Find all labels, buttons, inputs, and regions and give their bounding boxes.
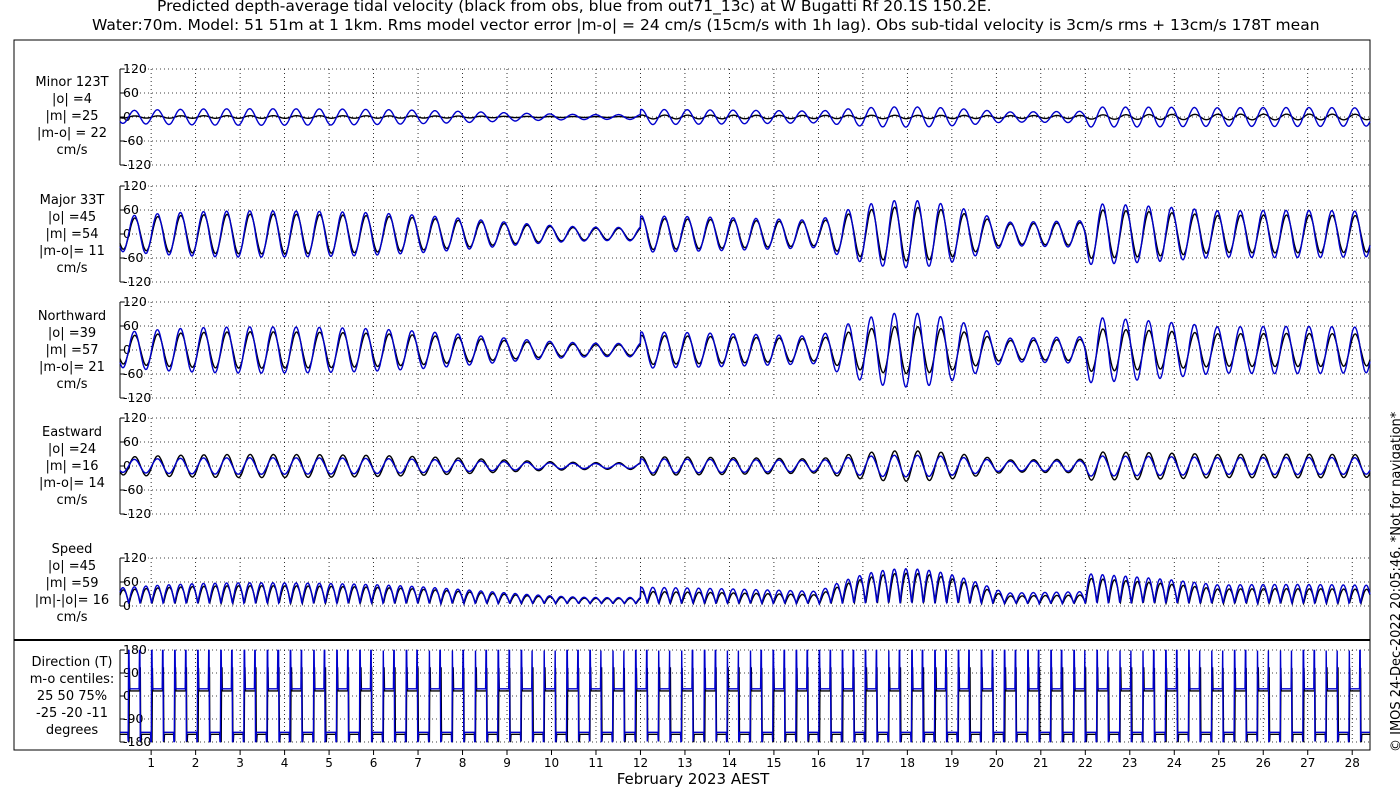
x-tick-label: 11 [588,756,603,770]
y-tick-label: 120 [123,61,147,76]
panel-label-line: |m| =59 [46,576,99,591]
x-tick-label: 15 [766,756,781,770]
x-tick-label: 5 [325,756,333,770]
y-tick-label: 120 [123,550,147,565]
tidal-velocity-figure: 1 2 3 4 5 6 7 8 9 10 11 12 13 14 15 16 17 18 19 20 21 22 23 24 2… [13,39,1371,788]
x-tick-label: 3 [236,756,244,770]
x-tick-label: 9 [503,756,511,770]
x-tick-label: 26 [1256,756,1271,770]
panel-label-line: m-o centiles: [30,672,115,687]
panel-label-line: Northward [38,309,106,324]
x-axis-label: February 2023 AEST [617,770,770,788]
panel-label-line: Minor 123T [35,75,108,90]
y-tick-label: -60 [123,482,143,497]
panel-label-line: Major 33T [40,193,105,208]
panel-label-line: |m-o|= 21 [39,360,105,375]
panel-label-line: cm/s [57,493,88,508]
y-tick-label: -120 [123,390,151,405]
x-tick-label: 23 [1122,756,1137,770]
y-tick-label: -180 [123,734,151,749]
obs-series-line [119,572,1371,607]
x-tick-label: 13 [677,756,692,770]
x-tick-label: 20 [989,756,1004,770]
panel-label-line: |m-o|= 11 [39,244,105,259]
panel-label-line: |o| =45 [48,559,96,574]
panel-label-line: Eastward [42,425,102,440]
panel-label-line: |m| =25 [46,109,99,124]
panel-major: 120600-60-120Major 33T|o| =45|m| =54|m-o… [39,178,1371,289]
panel-label-line: |o| =4 [52,92,92,107]
x-tick-label: 4 [281,756,289,770]
y-tick-label: 120 [123,178,147,193]
panel-minor: 120600-60-120Minor 123T|o| =4|m| =25|m-o… [35,61,1371,172]
y-tick-label: 120 [123,294,147,309]
y-tick-label: 180 [123,642,147,657]
x-tick-label: 6 [370,756,378,770]
x-tick-label: 22 [1078,756,1093,770]
x-tick-label: 18 [900,756,915,770]
x-tick-label: 12 [633,756,648,770]
y-tick-label: -120 [123,274,151,289]
credit-text: © IMOS 24-Dec-2022 20:05:46. *Not for na… [1389,411,1400,752]
panel-dir: 180900-90-180Direction (T)m-o centiles:2… [30,642,1370,749]
x-tick-label: 10 [544,756,559,770]
panel-label-line: |o| =39 [48,326,96,341]
x-tick-label: 19 [944,756,959,770]
panel-label-line: cm/s [57,143,88,158]
panel-label-line: |m-o|= 14 [39,476,105,491]
x-tick-label: 16 [811,756,826,770]
x-tick-label: 14 [722,756,737,770]
panel-label-line: Direction (T) [32,655,113,670]
y-tick-label: -120 [123,506,151,521]
y-tick-label: 60 [123,318,139,333]
panel-label-line: cm/s [57,377,88,392]
panel-label-line: |o| =24 [48,442,96,457]
panel-label-line: |m|-|o|= 16 [35,593,109,608]
x-tick-label: 27 [1300,756,1315,770]
y-tick-label: -120 [123,157,151,172]
panel-label-line: |o| =45 [48,210,96,225]
obs-series-line [120,667,1370,743]
panel-label-line: cm/s [57,610,88,625]
panel-label-line: degrees [46,723,99,738]
y-tick-label: 60 [123,202,139,217]
x-tick-label: 24 [1167,756,1182,770]
y-tick-label: -60 [123,250,143,265]
panel-label-line: -25 -20 -11 [36,706,108,721]
panel-speed: 120600Speed|o| =45|m| =59|m|-|o|= 16cm/s [35,542,1371,625]
panel-label-line: |m| =16 [46,459,99,474]
y-tick-label: -60 [123,133,143,148]
panel-label-line: |m| =54 [46,227,99,242]
y-tick-label: 120 [123,410,147,425]
y-tick-label: 60 [123,574,139,589]
x-tick-label: 7 [414,756,422,770]
panel-label-line: cm/s [57,261,88,276]
y-tick-label: 60 [123,434,139,449]
y-tick-label: 60 [123,85,139,100]
x-tick-label: 21 [1033,756,1048,770]
x-tick-label: 25 [1211,756,1226,770]
panel-label-line: |m| =57 [46,343,99,358]
x-tick-label: 28 [1345,756,1360,770]
x-tick-label: 17 [855,756,870,770]
x-tick-label: 2 [192,756,200,770]
panel-label-line: |m-o| = 22 [37,126,107,141]
x-tick-label: 1 [147,756,155,770]
panel-label-line: Speed [52,542,93,557]
y-tick-label: -60 [123,366,143,381]
x-tick-label: 8 [459,756,467,770]
panel-north: 120600-60-120Northward|o| =39|m| =57|m-o… [38,294,1371,405]
panel-label-line: 25 50 75% [37,689,107,704]
y-tick-label: 90 [123,665,139,680]
panel-east: 120600-60-120Eastward|o| =24|m| =16|m-o|… [39,410,1371,521]
